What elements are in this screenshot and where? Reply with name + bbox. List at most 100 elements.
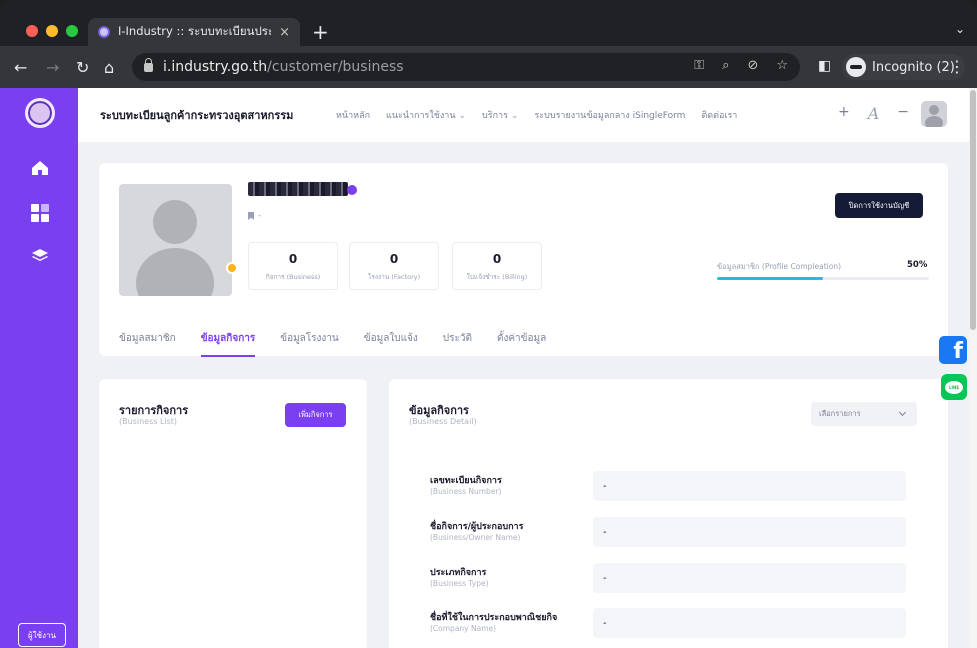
menu-item-isingleform[interactable]: ระบบรายงานข้อมูลกลาง iSingleForm (534, 108, 685, 122)
completion-label: ข้อมูลสมาชิก (Profile Compleation) (717, 262, 842, 271)
home-icon[interactable]: ⌂ (104, 58, 114, 77)
business-select[interactable]: เลือกรายการ (811, 402, 917, 426)
add-business-button[interactable]: เพิ่มกิจการ (285, 403, 346, 427)
stat-value: 0 (492, 252, 502, 266)
stat-label: ใบแจ้งชำระ (Billing) (466, 273, 528, 281)
url-input[interactable]: i.industry.go.th/customer/business ⚿ ⌕ ⊘… (132, 53, 800, 81)
tab-member-info[interactable]: ข้อมูลสมาชิก (119, 331, 176, 346)
line-icon-label: LINE (945, 380, 963, 394)
stat-label: โรงงาน (Factory) (367, 273, 421, 281)
field-sublabel: (Business/Owner Name) (430, 533, 521, 542)
star-icon[interactable]: ☆ (776, 58, 788, 73)
eye-off-icon[interactable]: ⊘ (747, 58, 758, 73)
user-button[interactable]: ผู้ใช้งาน (18, 623, 66, 647)
deactivate-account-button[interactable]: ปิดการใช้งานบัญชี (835, 193, 923, 218)
browser-chrome: I-Industry :: ระบบทะเบียนประวัติ × + ⌄ ←… (0, 0, 977, 88)
tab-factory-info[interactable]: ข้อมูลโรงงาน (280, 331, 339, 346)
profile-subline-text: - (258, 211, 262, 221)
tab-bar: I-Industry :: ระบบทะเบียนประวัติ × + ⌄ (0, 0, 977, 46)
field-sublabel: (Business Number) (430, 487, 502, 496)
home-icon[interactable] (31, 160, 49, 176)
reload-icon[interactable]: ↻ (76, 58, 89, 77)
tab-search-button[interactable]: ⌄ (955, 22, 965, 36)
minimize-window-button[interactable] (46, 25, 58, 37)
ministry-logo[interactable] (25, 98, 55, 128)
profile-avatar[interactable] (119, 184, 232, 296)
field-value: - (593, 471, 906, 501)
tab-close-icon[interactable]: × (279, 25, 290, 40)
left-sidebar: ผู้ใช้งาน (0, 88, 78, 648)
field-value: - (593, 563, 906, 593)
user-name-redacted (248, 182, 348, 196)
page: ผู้ใช้งาน ระบบทะเบียนลูกค้ากระทรวงอุตสาห… (0, 88, 977, 648)
profile-card: - 0 กิจการ (Business) 0 โรงงาน (Factory)… (99, 163, 948, 357)
favicon-icon (98, 26, 110, 38)
tab-history[interactable]: ประวัติ (443, 331, 472, 346)
address-bar: ← → ↻ ⌂ i.industry.go.th/customer/busine… (0, 46, 977, 88)
stat-value: 0 (288, 252, 298, 266)
business-detail-subtitle: (Business Detail) (409, 417, 477, 426)
tab-invoice-info[interactable]: ข้อมูลใบแจ้ง (364, 331, 418, 346)
back-icon[interactable]: ← (14, 58, 27, 77)
completion-progress-fill (717, 277, 823, 280)
browser-tab[interactable]: I-Industry :: ระบบทะเบียนประวัติ × (88, 18, 300, 46)
scroll-thumb[interactable] (970, 90, 976, 330)
main-menu: หน้าหลัก แนะนำการใช้งาน ⌄ บริการ ⌄ ระบบราย… (336, 108, 737, 122)
profile-subline: - (248, 211, 261, 221)
tab-settings[interactable]: ตั้งค่าข้อมูล (497, 331, 546, 346)
url-path: /customer/business (267, 59, 404, 75)
business-list-card: รายการกิจการ (Business List) เพิ่มกิจการ (99, 379, 367, 648)
new-tab-button[interactable]: + (312, 20, 329, 44)
stat-factory: 0 โรงงาน (Factory) (349, 242, 439, 290)
layers-icon[interactable] (31, 248, 49, 264)
stat-business: 0 กิจการ (Business) (248, 242, 338, 290)
key-icon[interactable]: ⚿ (694, 58, 704, 73)
completion-percent: 50% (907, 260, 928, 270)
page-scrollbar[interactable] (969, 88, 977, 648)
business-detail-card: ข้อมูลกิจการ (Business Detail) เลือกรายก… (389, 379, 948, 648)
user-avatar[interactable] (921, 101, 947, 127)
incognito-badge[interactable]: Incognito (2) (842, 54, 965, 80)
completion-progress (717, 277, 929, 280)
url-host: i.industry.go.th (163, 59, 268, 75)
lock-icon[interactable] (144, 57, 153, 72)
dashboard-grid-icon[interactable] (31, 204, 49, 222)
stat-billing: 0 ใบแจ้งชำระ (Billing) (452, 242, 542, 290)
browser-menu-icon[interactable]: ⋮ (949, 57, 965, 76)
facebook-icon[interactable]: f (939, 336, 967, 364)
close-window-button[interactable] (26, 25, 38, 37)
font-reset-button[interactable]: A (868, 104, 880, 123)
top-navigation: ระบบทะเบียนลูกค้ากระทรวงอุตสาหกรรม หน้าห… (78, 88, 969, 142)
zoom-icon[interactable]: ⌕ (722, 58, 729, 73)
site-brand[interactable]: ระบบทะเบียนลูกค้ากระทรวงอุตสาหกรรม (100, 106, 293, 124)
font-increase-button[interactable]: + (838, 104, 850, 123)
menu-item-guide[interactable]: แนะนำการใช้งาน ⌄ (386, 108, 466, 122)
field-business-type: ประเภทกิจการ (Business Type) - (430, 563, 906, 595)
menu-item-services[interactable]: บริการ ⌄ (482, 108, 518, 122)
stat-value: 0 (389, 252, 399, 266)
business-select-placeholder: เลือกรายการ (819, 409, 861, 418)
chevron-down-icon: ⌄ (510, 111, 519, 121)
menu-item-home[interactable]: หน้าหลัก (336, 108, 370, 122)
field-label: ชื่อที่ใช้ในการประกอบพาณิชยกิจ (430, 613, 558, 623)
forward-icon[interactable]: → (46, 58, 59, 77)
field-sublabel: (Company Name) (430, 624, 497, 633)
status-dot (226, 262, 238, 274)
chevron-down-icon (898, 408, 907, 417)
field-label: ชื่อกิจการ/ผู้ประกอบการ (430, 522, 524, 532)
font-size-controls: + A − (838, 104, 909, 123)
field-value: - (593, 517, 906, 547)
menu-item-contact[interactable]: ติดต่อเรา (701, 108, 737, 122)
field-sublabel: (Business Type) (430, 579, 489, 588)
omnibox-icons: ⚿ ⌕ ⊘ ☆ (694, 58, 788, 73)
field-label: ประเภทกิจการ (430, 568, 487, 578)
incognito-label: Incognito (2) (872, 59, 955, 75)
tab-business-info[interactable]: ข้อมูลกิจการ (200, 331, 255, 357)
line-icon[interactable]: LINE (941, 374, 967, 400)
side-panel-icon[interactable]: ◧ (818, 58, 831, 74)
field-company-name: ชื่อที่ใช้ในการประกอบพาณิชยกิจ (Company … (430, 608, 906, 640)
maximize-window-button[interactable] (66, 25, 78, 37)
verified-icon (347, 185, 357, 195)
field-value: - (593, 608, 906, 638)
font-decrease-button[interactable]: − (897, 104, 909, 123)
